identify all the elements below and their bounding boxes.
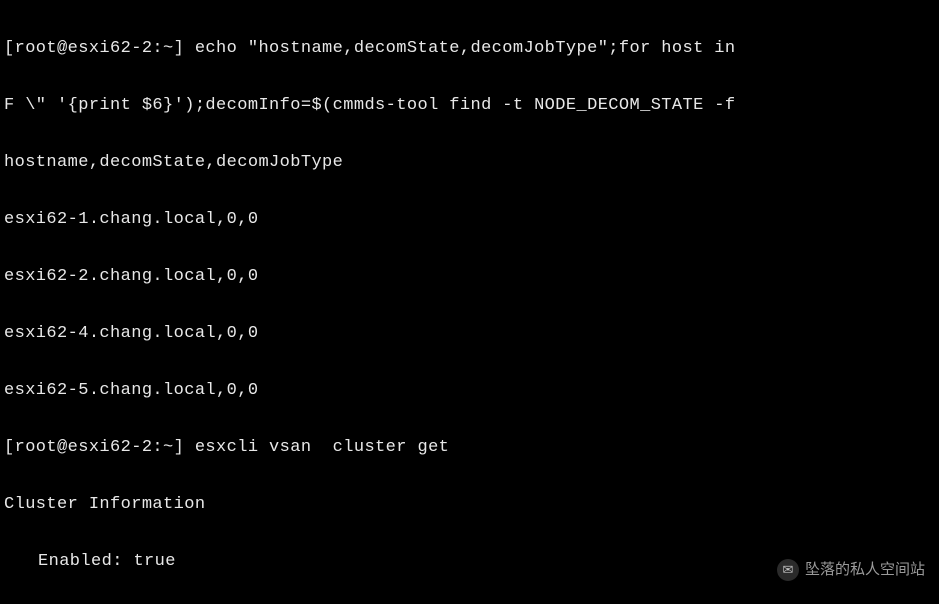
cmd-line-cont: F \" '{print $6}');decomInfo=$(cmmds-too… xyxy=(4,92,935,121)
cmd-line: [root@esxi62-2:~] esxcli vsan cluster ge… xyxy=(4,434,935,463)
cmd-line: [root@esxi62-2:~] echo "hostname,decomSt… xyxy=(4,35,935,64)
kv-value: true xyxy=(133,552,175,571)
terminal-output[interactable]: [root@esxi62-2:~] echo "hostname,decomSt… xyxy=(0,0,939,604)
decom-header: hostname,decomState,decomJobType xyxy=(4,149,935,178)
kv-label: Enabled xyxy=(38,552,112,571)
decom-row: esxi62-5.chang.local,0,0 xyxy=(4,377,935,406)
decom-row: esxi62-2.chang.local,0,0 xyxy=(4,263,935,292)
decom-row: esxi62-1.chang.local,0,0 xyxy=(4,206,935,235)
section-title: Cluster Information xyxy=(4,491,935,520)
kv-row: Enabled: true xyxy=(4,548,935,577)
decom-row: esxi62-4.chang.local,0,0 xyxy=(4,320,935,349)
